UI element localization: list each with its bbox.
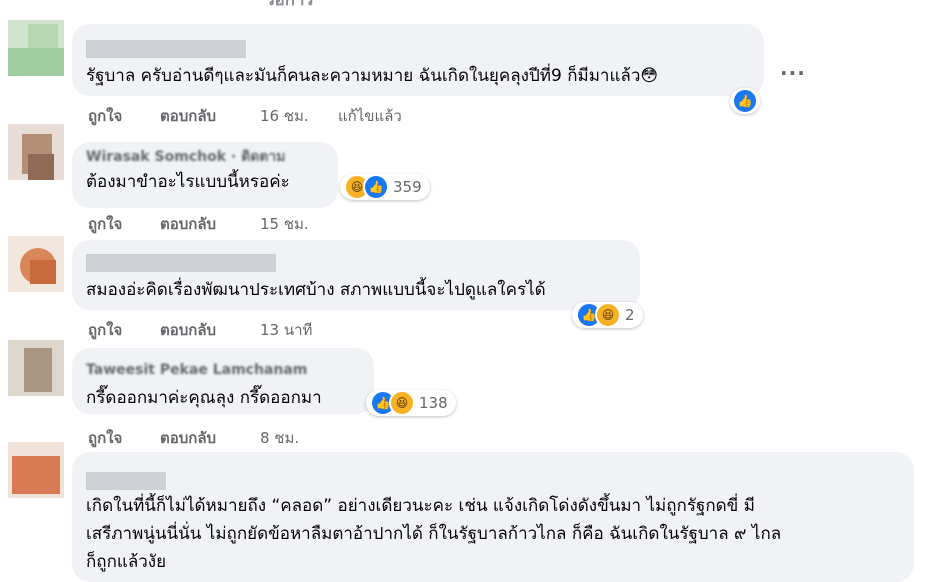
- reply-action[interactable]: ตอบกลับ: [160, 426, 216, 450]
- commenter-name[interactable]: Taweesit Pekae Lamchanam: [86, 362, 307, 378]
- haha-icon: 😆: [595, 302, 621, 328]
- comment-bubble: สมองอ่ะคิดเรื่องพัฒนาประเทศบ้าง สภาพแบบน…: [72, 240, 640, 310]
- comment-bubble: Taweesit Pekae Lamchanam กรี๊ดออกมาค่ะคุ…: [72, 348, 374, 414]
- comment-text-line: เสรีภาพนู่นนี่นั่น ไม่ถูกยัดข้อหาลืมตาอ้…: [86, 524, 782, 544]
- reply-action[interactable]: ตอบกลับ: [160, 318, 216, 342]
- like-action[interactable]: ถูกใจ: [88, 318, 122, 342]
- commenter-name[interactable]: [86, 40, 246, 58]
- timestamp[interactable]: 15 ชม.: [260, 212, 309, 236]
- reaction-count: 359: [393, 178, 422, 196]
- timestamp[interactable]: 16 ชม.: [260, 104, 309, 128]
- like-action[interactable]: ถูกใจ: [88, 212, 122, 236]
- reaction-summary[interactable]: 👍 😆 2: [572, 302, 643, 328]
- reply-action[interactable]: ตอบกลับ: [160, 104, 216, 128]
- comment-bubble: รัฐบาล ครับอ่านดีๆและมันก็คนละความหมาย ฉ…: [72, 24, 764, 96]
- reaction-summary[interactable]: 👍 😆 138: [366, 390, 456, 416]
- comment-text: รัฐบาล ครับอ่านดีๆและมันก็คนละความหมาย ฉ…: [86, 66, 659, 86]
- edited-label: แก้ไขแล้ว: [338, 107, 402, 125]
- avatar[interactable]: [8, 20, 64, 76]
- like-icon: 👍: [732, 88, 758, 114]
- like-action[interactable]: ถูกใจ: [88, 104, 122, 128]
- comment-bubble: เกิดในที่นี้ก็ไม่ได้หมายถึง “คลอด” อย่าง…: [72, 452, 914, 582]
- commenter-name[interactable]: [86, 254, 276, 272]
- reaction-summary[interactable]: 👍: [730, 88, 760, 114]
- reply-action[interactable]: ตอบกลับ: [160, 212, 216, 236]
- timestamp[interactable]: 13 นาที: [260, 318, 312, 342]
- commenter-name[interactable]: [86, 472, 166, 490]
- previous-comment-fragment: วอการ: [265, 0, 314, 10]
- reaction-summary[interactable]: 😆 👍 359: [340, 174, 430, 200]
- reaction-count: 2: [625, 306, 635, 324]
- timestamp[interactable]: 8 ชม.: [260, 426, 299, 450]
- like-action[interactable]: ถูกใจ: [88, 426, 122, 450]
- haha-icon: 😆: [389, 390, 415, 416]
- more-options-icon[interactable]: ...: [780, 56, 806, 80]
- comment-bubble: Wirasak Somchok · ติดตาม ต้องมาขำอะไรแบบ…: [72, 142, 338, 208]
- like-icon: 👍: [363, 174, 389, 200]
- avatar[interactable]: [8, 442, 64, 498]
- avatar[interactable]: [8, 124, 64, 180]
- comment-text-line: เกิดในที่นี้ก็ไม่ได้หมายถึง “คลอด” อย่าง…: [86, 496, 755, 516]
- comment-text: สมองอ่ะคิดเรื่องพัฒนาประเทศบ้าง สภาพแบบน…: [86, 280, 546, 300]
- avatar[interactable]: [8, 340, 64, 396]
- comment-text: ต้องมาขำอะไรแบบนี้หรอค่ะ: [86, 172, 290, 192]
- commenter-name[interactable]: Wirasak Somchok · ติดตาม: [86, 146, 285, 168]
- avatar[interactable]: [8, 236, 64, 292]
- reaction-count: 138: [419, 394, 448, 412]
- comment-text: กรี๊ดออกมาค่ะคุณลุง กรี๊ดออกมา: [86, 388, 322, 408]
- comment-text-line: ก็ถูกแล้วงัย: [86, 552, 167, 572]
